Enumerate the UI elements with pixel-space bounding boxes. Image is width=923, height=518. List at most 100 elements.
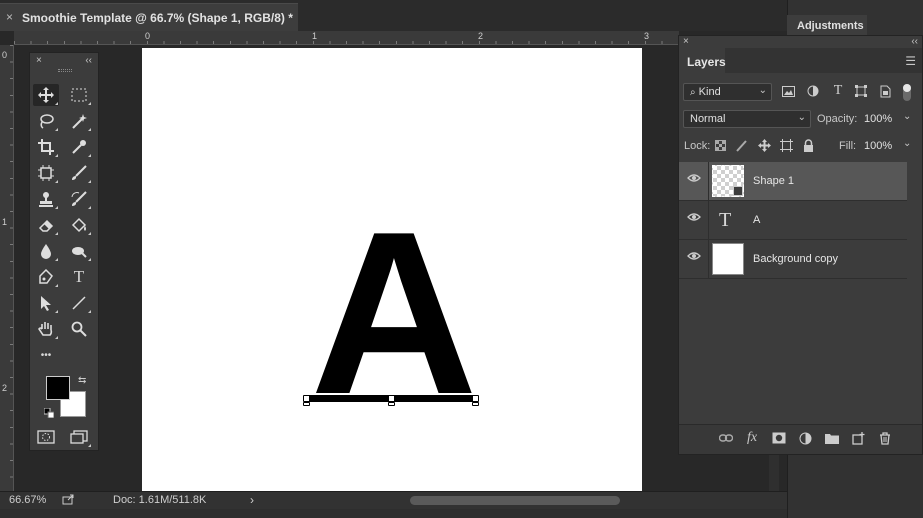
shape-layer-badge-icon	[733, 186, 743, 196]
path-selection-icon[interactable]	[33, 292, 59, 314]
lock-row: Lock: Fill: 100% ⌄	[679, 137, 922, 157]
layer-name[interactable]: A	[753, 214, 760, 226]
horizontal-ruler[interactable]: 0 1 2 3	[14, 31, 679, 45]
lock-artboard-icon[interactable]	[780, 139, 793, 155]
dodge-icon[interactable]	[66, 240, 92, 262]
magic-wand-icon[interactable]	[66, 110, 92, 132]
screen-mode-icon[interactable]	[66, 426, 92, 448]
document-size: Doc: 1.61M/511.8K	[113, 494, 207, 506]
status-arrow-icon[interactable]: ›	[250, 493, 254, 507]
blend-mode-dropdown[interactable]: Normal ⌄	[683, 110, 811, 128]
zoom-level[interactable]: 66.67%	[9, 494, 46, 506]
frame-tool-icon[interactable]	[33, 162, 59, 184]
collapse-panel-icon[interactable]: ‹‹	[911, 36, 918, 48]
chevron-down-icon[interactable]: ⌄	[903, 138, 911, 149]
blur-icon[interactable]	[33, 240, 59, 262]
tab-layers[interactable]: Layers	[679, 48, 726, 73]
layer-filter-row: ⌕ Kind ⌄ T	[679, 82, 922, 104]
pixel-filter-icon[interactable]	[779, 82, 797, 100]
paint-bucket-icon[interactable]	[66, 214, 92, 236]
transform-handle-bottom-center[interactable]	[388, 402, 395, 406]
pen-icon[interactable]	[33, 266, 59, 288]
adjustment-layer-icon[interactable]	[799, 432, 812, 448]
blend-row: Normal ⌄ Opacity: 100% ⌄	[679, 110, 922, 130]
eyedropper-icon[interactable]	[66, 136, 92, 158]
fx-icon[interactable]: fx	[747, 430, 757, 446]
new-layer-icon[interactable]	[852, 432, 865, 448]
link-layers-icon[interactable]	[718, 432, 734, 446]
share-icon[interactable]	[62, 493, 74, 508]
crop-icon[interactable]	[33, 136, 59, 158]
eraser-icon[interactable]	[33, 214, 59, 236]
brush-icon[interactable]	[66, 162, 92, 184]
chevron-down-icon[interactable]: ⌄	[903, 111, 911, 122]
move-tool-icon[interactable]	[33, 84, 59, 106]
trash-icon[interactable]	[879, 432, 891, 448]
clone-stamp-icon[interactable]	[33, 188, 59, 210]
collapse-panel-icon[interactable]: ‹‹	[85, 55, 92, 66]
fill-value[interactable]: 100%	[864, 140, 892, 152]
close-panel-icon[interactable]: ×	[683, 36, 689, 48]
search-icon: ⌕	[690, 87, 696, 98]
layers-tab-row: Layers ☰	[679, 48, 922, 73]
status-bar: 66.67% Doc: 1.61M/511.8K ›	[0, 491, 790, 509]
lock-transparent-icon[interactable]	[715, 140, 726, 154]
horizontal-scrollbar-thumb[interactable]	[410, 496, 620, 505]
document-canvas[interactable]: A	[142, 48, 642, 492]
lock-all-icon[interactable]	[803, 139, 814, 155]
foreground-color-swatch[interactable]	[46, 376, 70, 400]
more-tools-icon[interactable]: •••	[33, 344, 59, 366]
lock-position-icon[interactable]	[758, 139, 771, 155]
layers-panel-footer: fx	[679, 424, 922, 454]
lock-pixels-icon[interactable]	[736, 139, 748, 155]
filter-kind-dropdown[interactable]: ⌕ Kind ⌄	[683, 83, 772, 101]
vertical-ruler[interactable]: 0 1 2	[0, 45, 14, 493]
divider	[708, 201, 709, 240]
layer-name[interactable]: Background copy	[753, 253, 838, 265]
visibility-eye-icon[interactable]	[687, 251, 701, 265]
type-filter-icon[interactable]: T	[829, 82, 847, 100]
ruler-label: 1	[312, 31, 318, 41]
visibility-eye-icon[interactable]	[687, 212, 701, 226]
document-tab[interactable]: × Smoothie Template @ 66.7% (Shape 1, RG…	[0, 3, 298, 31]
tab-adjustments[interactable]: Adjustments	[787, 15, 867, 36]
layer-row-background-copy[interactable]: Background copy	[679, 240, 907, 279]
adjustment-filter-icon[interactable]	[804, 82, 822, 100]
opacity-value[interactable]: 100%	[864, 113, 892, 125]
new-group-icon[interactable]	[825, 432, 839, 447]
visibility-eye-icon[interactable]	[687, 173, 701, 187]
swap-colors-icon[interactable]: ⇆	[78, 375, 86, 386]
line-tool-icon[interactable]	[66, 292, 92, 314]
layer-name[interactable]: Shape 1	[753, 175, 794, 187]
transform-handle-bottom-right[interactable]	[472, 402, 479, 406]
transform-handle-right[interactable]	[472, 395, 479, 402]
layer-row-a[interactable]: T A	[679, 201, 907, 240]
default-colors-icon[interactable]	[43, 407, 55, 419]
hand-icon[interactable]	[33, 318, 59, 340]
transform-handle-left[interactable]	[303, 395, 310, 402]
type-tool-icon[interactable]: T	[66, 266, 92, 288]
shape-filter-icon[interactable]	[852, 82, 870, 100]
close-panel-icon[interactable]: ×	[36, 55, 42, 66]
ruler-label: 0	[145, 31, 151, 41]
opacity-label: Opacity:	[817, 113, 858, 125]
divider	[708, 240, 709, 279]
fill-label: Fill:	[839, 140, 857, 152]
close-tab-icon[interactable]: ×	[6, 10, 13, 24]
text-layer-icon: T	[719, 209, 732, 231]
transform-handle-bottom-left[interactable]	[303, 402, 310, 406]
history-brush-icon[interactable]	[66, 188, 92, 210]
panel-menu-icon[interactable]: ☰	[905, 54, 916, 68]
blend-mode-value: Normal	[690, 113, 726, 125]
quick-mask-icon[interactable]	[33, 426, 59, 448]
panel-grip[interactable]	[58, 69, 72, 72]
add-mask-icon[interactable]	[772, 432, 786, 447]
lasso-icon[interactable]	[33, 110, 59, 132]
filter-toggle[interactable]	[903, 84, 911, 101]
smart-object-filter-icon[interactable]	[876, 82, 894, 100]
zoom-icon[interactable]	[66, 318, 92, 340]
document-title: Smoothie Template @ 66.7% (Shape 1, RGB/…	[22, 11, 293, 25]
transform-handle-center[interactable]	[388, 395, 395, 402]
rectangular-marquee-icon[interactable]	[66, 84, 92, 106]
layer-row-shape-1[interactable]: Shape 1	[679, 162, 907, 201]
